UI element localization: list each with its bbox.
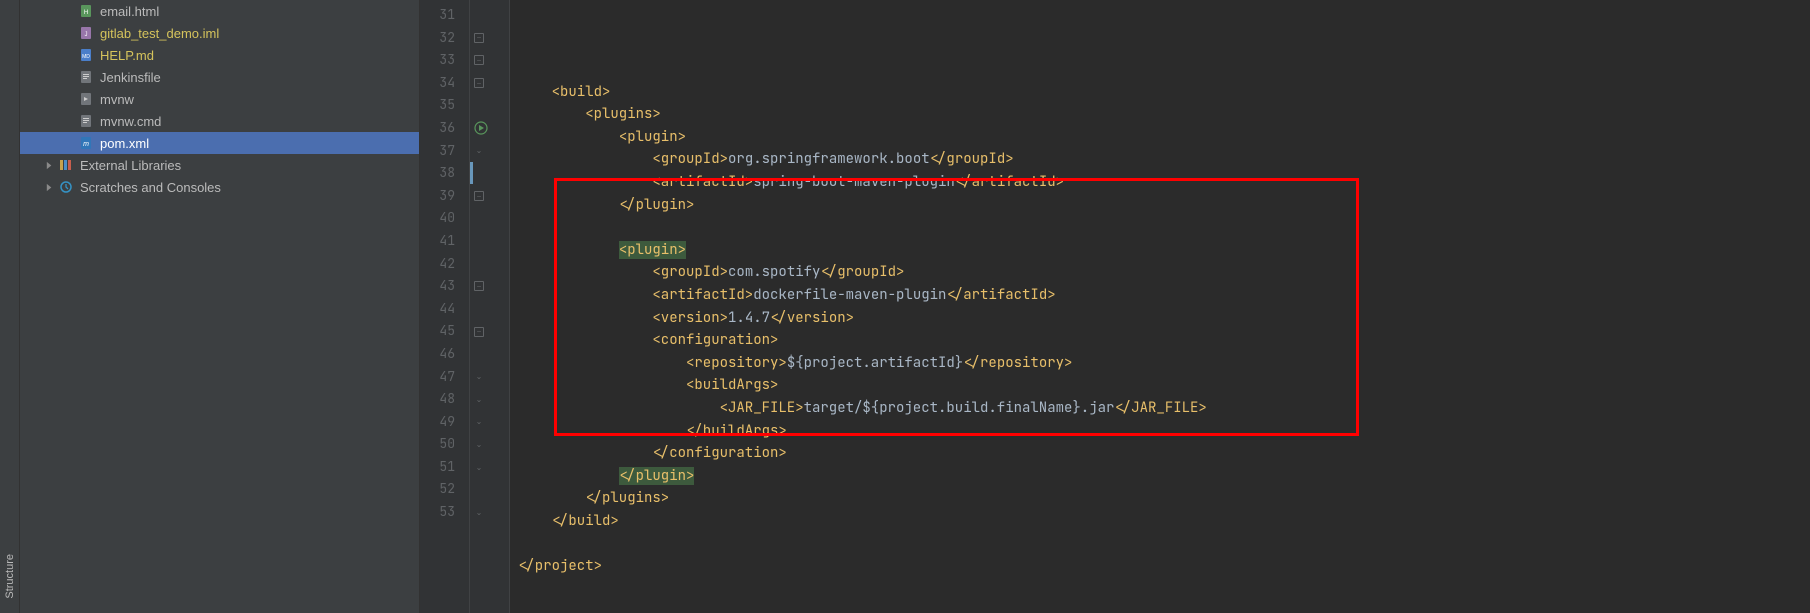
- code-line[interactable]: </plugin>: [510, 194, 1810, 217]
- svg-text:J: J: [85, 32, 88, 38]
- code-line[interactable]: <groupId>org.springframework.boot</group…: [510, 148, 1810, 171]
- file-node[interactable]: m pom.xml: [20, 132, 419, 154]
- code-editor[interactable]: 3132333435363738394041424344454647484950…: [420, 0, 1810, 613]
- scratches-label: Scratches and Consoles: [80, 180, 221, 195]
- code-line[interactable]: </buildArgs>: [510, 420, 1810, 443]
- svg-text:H: H: [84, 10, 88, 16]
- chevron-right-icon: [42, 180, 56, 194]
- file-label: HELP.md: [100, 48, 154, 63]
- svg-text:m: m: [83, 141, 89, 148]
- code-line[interactable]: <artifactId>spring-boot-maven-plugin</ar…: [510, 171, 1810, 194]
- exec-file-icon: [78, 91, 94, 107]
- file-label: mvnw.cmd: [100, 114, 161, 129]
- file-label: gitlab_test_demo.iml: [100, 26, 219, 41]
- scratches-node[interactable]: Scratches and Consoles: [20, 176, 419, 198]
- code-line[interactable]: </plugins>: [510, 487, 1810, 510]
- fold-gutter: −−−⌄−−−⌄⌄⌄⌄⌄⌄: [470, 0, 510, 613]
- file-node[interactable]: MD HELP.md: [20, 44, 419, 66]
- code-line[interactable]: </plugin>: [510, 465, 1810, 488]
- code-line[interactable]: <build>: [510, 81, 1810, 104]
- file-node[interactable]: Jgitlab_test_demo.iml: [20, 22, 419, 44]
- chevron-right-icon: [42, 158, 56, 172]
- code-area[interactable]: <build> <plugins> <plugin> <groupId>org.…: [510, 0, 1810, 613]
- file-node[interactable]: Jenkinsfile: [20, 66, 419, 88]
- code-line[interactable]: <repository>${project.artifactId}</repos…: [510, 352, 1810, 375]
- file-node[interactable]: mvnw: [20, 88, 419, 110]
- text-file-icon: [78, 113, 94, 129]
- code-line[interactable]: <plugin>: [510, 126, 1810, 149]
- code-line[interactable]: <configuration>: [510, 329, 1810, 352]
- code-line[interactable]: </build>: [510, 510, 1810, 533]
- code-line[interactable]: <buildArgs>: [510, 374, 1810, 397]
- code-line[interactable]: [510, 532, 1810, 555]
- file-label: mvnw: [100, 92, 134, 107]
- code-line[interactable]: <JAR_FILE>target/${project.build.finalNa…: [510, 397, 1810, 420]
- code-line[interactable]: </configuration>: [510, 442, 1810, 465]
- code-line[interactable]: <plugin>: [510, 239, 1810, 262]
- file-node[interactable]: Hemail.html: [20, 0, 419, 22]
- library-icon: [58, 157, 74, 173]
- code-line[interactable]: [510, 58, 1810, 81]
- external-libraries-label: External Libraries: [80, 158, 181, 173]
- iml-file-icon: J: [78, 25, 94, 41]
- tool-window-bar: Structure: [0, 0, 20, 613]
- maven-file-icon: m: [78, 135, 94, 151]
- code-line[interactable]: </project>: [510, 555, 1810, 578]
- code-line[interactable]: <groupId>com.spotify</groupId>: [510, 261, 1810, 284]
- file-node[interactable]: mvnw.cmd: [20, 110, 419, 132]
- file-label: email.html: [100, 4, 159, 19]
- svg-text:MD: MD: [82, 54, 90, 60]
- code-line[interactable]: <plugins>: [510, 103, 1810, 126]
- code-line[interactable]: [510, 216, 1810, 239]
- project-tree[interactable]: Hemail.htmlJgitlab_test_demo.imlMDHELP.m…: [20, 0, 420, 613]
- file-label: Jenkinsfile: [100, 70, 161, 85]
- html-file-icon: H: [78, 3, 94, 19]
- line-number-gutter: 3132333435363738394041424344454647484950…: [420, 0, 470, 613]
- code-line[interactable]: <artifactId>dockerfile-maven-plugin</art…: [510, 284, 1810, 307]
- text-file-icon: [78, 69, 94, 85]
- code-line[interactable]: <version>1.4.7</version>: [510, 307, 1810, 330]
- md-file-icon: MD: [78, 47, 94, 63]
- external-libraries-node[interactable]: External Libraries: [20, 154, 419, 176]
- file-label: pom.xml: [100, 136, 149, 151]
- structure-toolwindow-button[interactable]: Structure: [4, 554, 16, 599]
- scratches-icon: [58, 179, 74, 195]
